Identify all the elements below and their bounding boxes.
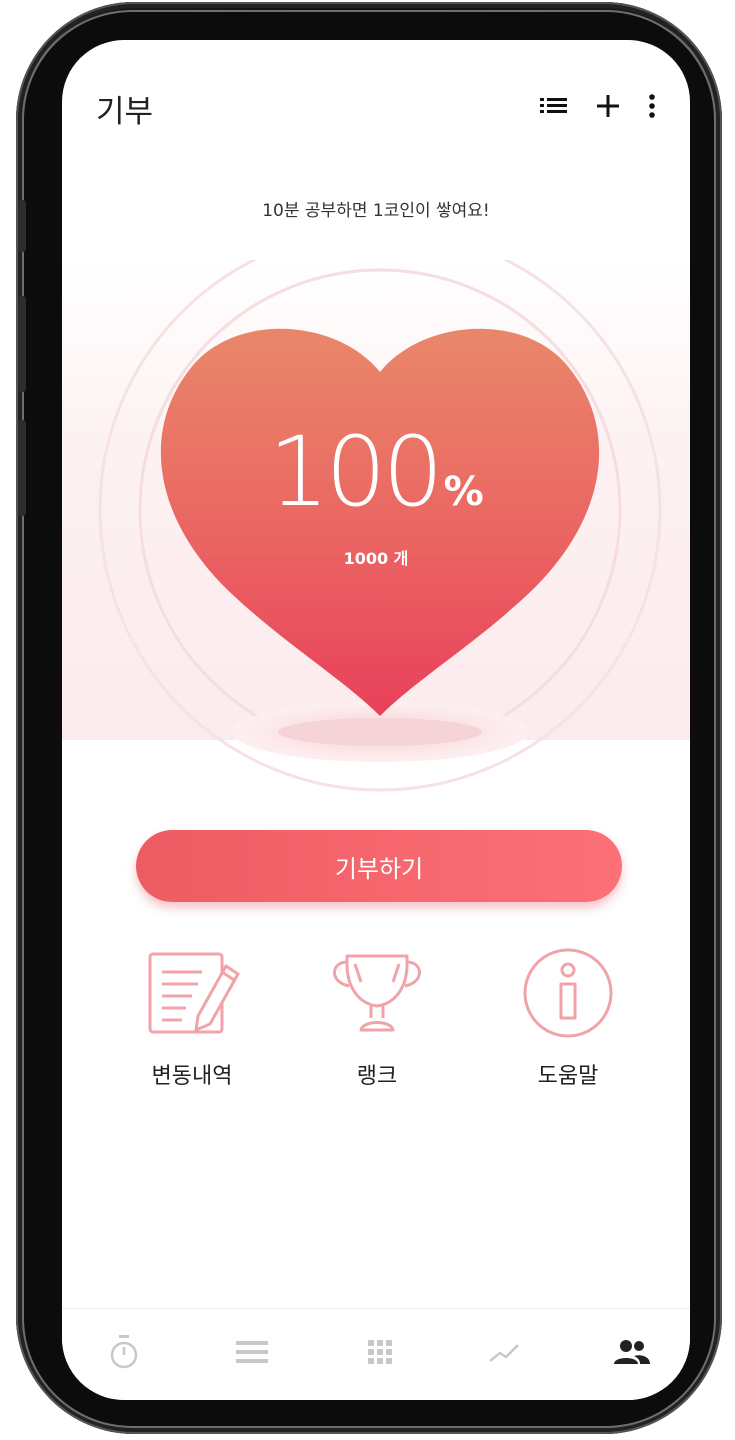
coin-count: 1000 개 — [343, 549, 409, 568]
bottom-nav — [62, 1308, 690, 1400]
history-label: 변동내역 — [151, 1064, 233, 1089]
grid-icon — [368, 1340, 392, 1364]
nav-stats[interactable] — [474, 1329, 534, 1375]
heart-graphic — [62, 228, 690, 820]
info-icon — [498, 946, 638, 1040]
phone-side-button — [18, 200, 26, 252]
nav-donate[interactable] — [602, 1329, 662, 1375]
rank-action[interactable]: 랭크 — [307, 946, 447, 1090]
page-title: 기부 — [96, 94, 154, 130]
nav-timer[interactable] — [94, 1329, 154, 1375]
trend-chart-icon — [489, 1344, 519, 1362]
people-icon — [614, 1340, 650, 1364]
history-document-icon — [122, 946, 262, 1040]
nav-list[interactable] — [222, 1329, 282, 1375]
more-vert-icon[interactable] — [642, 92, 662, 120]
phone-volume-up-button — [18, 296, 26, 392]
help-action[interactable]: 도움말 — [498, 946, 638, 1090]
percent-value: 100 — [268, 416, 443, 528]
stopwatch-icon — [110, 1335, 138, 1369]
coin-notice: 10분 공부하면 1코인이 쌓여요! — [262, 201, 490, 221]
nav-grid[interactable] — [350, 1329, 410, 1375]
donate-button[interactable]: 기부하기 — [136, 830, 622, 902]
rank-label: 랭크 — [356, 1064, 398, 1089]
help-label: 도움말 — [537, 1064, 599, 1089]
donation-percent: 100% — [62, 416, 690, 528]
trophy-icon — [307, 946, 447, 1040]
percent-sign: % — [443, 469, 484, 515]
plus-icon[interactable] — [594, 92, 626, 120]
list-icon[interactable] — [538, 92, 570, 120]
history-action[interactable]: 변동내역 — [122, 946, 262, 1090]
app-screen: 기부 10분 공부하면 1코인이 쌓여요! 100 % 1000 개 기부하기 … — [62, 40, 690, 1400]
phone-volume-down-button — [18, 420, 26, 516]
list-icon — [236, 1341, 268, 1363]
